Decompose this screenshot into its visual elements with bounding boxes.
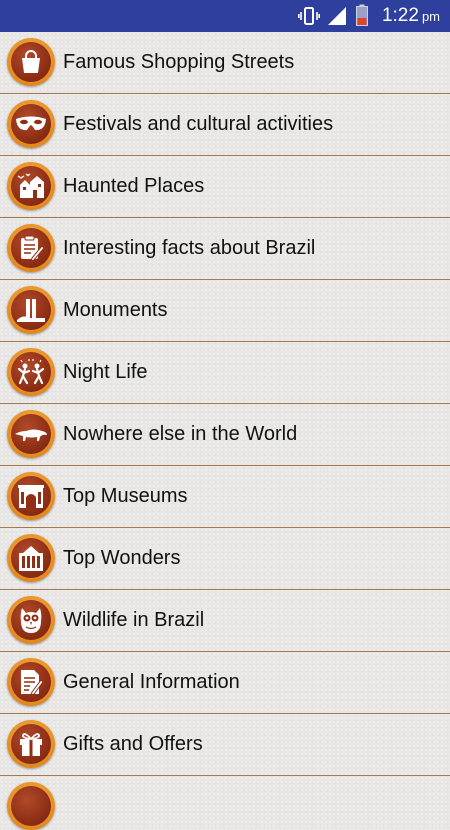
menu-list: Famous Shopping Streets Festivals and cu… xyxy=(0,32,450,830)
menu-item-interesting-facts[interactable]: Interesting facts about Brazil xyxy=(0,218,450,280)
menu-item-label: Monuments xyxy=(63,299,168,321)
menu-item-label: Festivals and cultural activities xyxy=(63,113,334,135)
clock: 1:22 pm xyxy=(381,5,440,26)
owl-icon xyxy=(7,596,55,644)
menu-item-partial[interactable] xyxy=(0,776,450,830)
carnival-mask-icon xyxy=(7,100,55,148)
notepad-pencil-icon xyxy=(7,224,55,272)
shopping-bag-icon xyxy=(7,38,55,86)
menu-item-label: Wildlife in Brazil xyxy=(63,609,205,631)
palace-icon xyxy=(7,534,55,582)
menu-item-gifts-offers[interactable]: Gifts and Offers xyxy=(0,714,450,776)
menu-item-label: Haunted Places xyxy=(63,175,205,197)
status-bar: 1:22 pm xyxy=(0,0,450,32)
vibrate-icon xyxy=(298,6,320,31)
menu-item-label: Famous Shopping Streets xyxy=(63,51,295,73)
menu-item-label: General Information xyxy=(63,671,240,693)
menu-item-wildlife[interactable]: Wildlife in Brazil xyxy=(0,590,450,652)
gift-icon xyxy=(7,720,55,768)
museum-icon xyxy=(7,472,55,520)
menu-item-famous-shopping-streets[interactable]: Famous Shopping Streets xyxy=(0,32,450,94)
menu-item-festivals[interactable]: Festivals and cultural activities xyxy=(0,94,450,156)
menu-item-label: Top Wonders xyxy=(63,547,181,569)
menu-item-nowhere-else[interactable]: Nowhere else in the World xyxy=(0,404,450,466)
dancers-icon xyxy=(7,348,55,396)
menu-item-label: Gifts and Offers xyxy=(63,733,203,755)
partial-item-icon xyxy=(7,782,55,830)
menu-item-label: Interesting facts about Brazil xyxy=(63,237,316,259)
menu-item-night-life[interactable]: Night Life xyxy=(0,342,450,404)
menu-item-top-wonders[interactable]: Top Wonders xyxy=(0,528,450,590)
menu-item-monuments[interactable]: Monuments xyxy=(0,280,450,342)
monument-icon xyxy=(7,286,55,334)
anteater-icon xyxy=(7,410,55,458)
menu-item-label: Night Life xyxy=(63,361,148,383)
menu-item-label: Top Museums xyxy=(63,485,188,507)
menu-item-label: Nowhere else in the World xyxy=(63,423,298,445)
menu-item-top-museums[interactable]: Top Museums xyxy=(0,466,450,528)
menu-item-general-information[interactable]: General Information xyxy=(0,652,450,714)
haunted-house-icon xyxy=(7,162,55,210)
document-pencil-icon xyxy=(7,658,55,706)
battery-icon xyxy=(356,4,368,31)
signal-icon xyxy=(327,6,347,31)
menu-item-haunted-places[interactable]: Haunted Places xyxy=(0,156,450,218)
